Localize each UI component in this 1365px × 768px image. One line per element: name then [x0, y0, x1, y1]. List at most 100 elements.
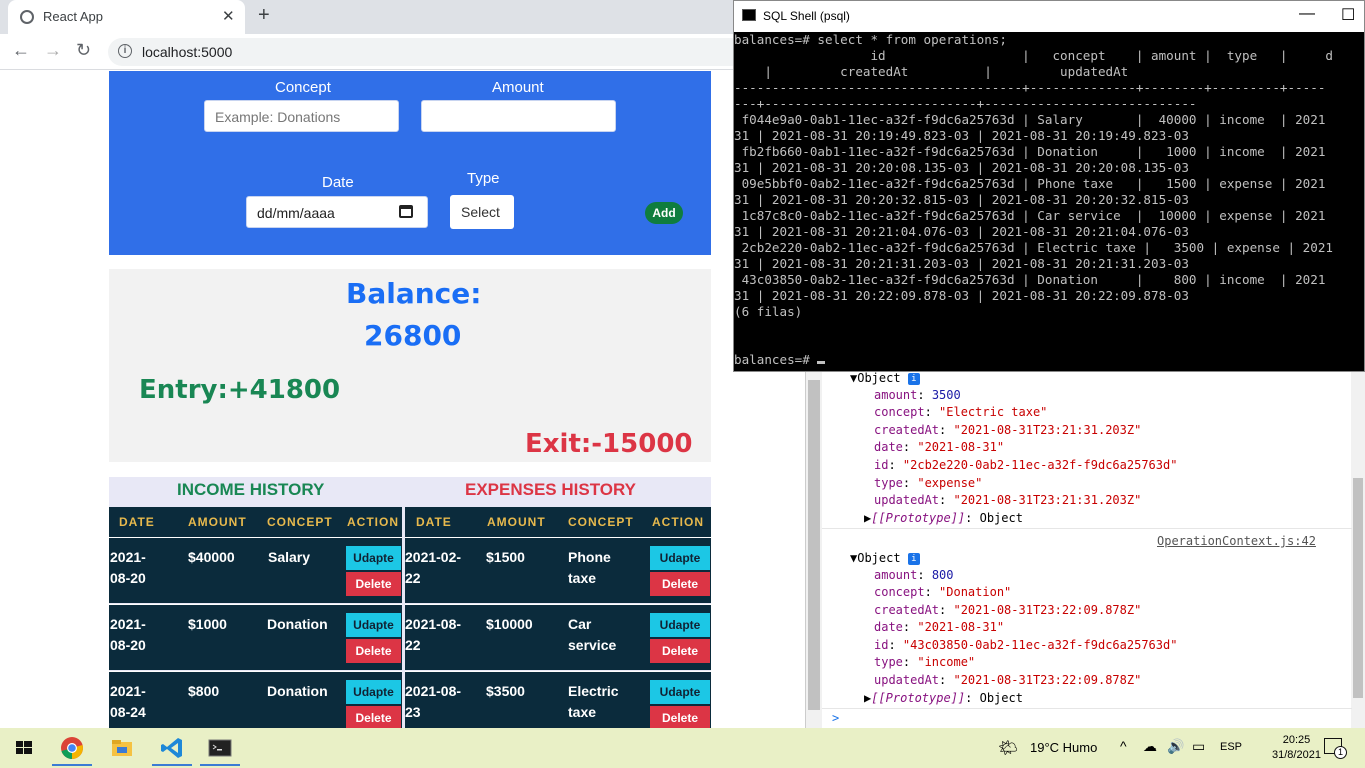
expense-row: 2021-08- 22 $10000 Car service Udapte Dele… [405, 604, 711, 670]
notification-count: 1 [1334, 746, 1347, 759]
vscode-icon[interactable] [152, 734, 192, 766]
delete-button[interactable]: Delete [650, 706, 710, 729]
income-row-concept: Donation [267, 683, 328, 699]
console-divider [822, 528, 1352, 529]
console-prop-updatedat: updatedAt: "2021-08-31T23:22:09.878Z" [874, 673, 1142, 687]
clock[interactable]: 20:25 31/8/2021 [1272, 733, 1321, 763]
sql-output-line: 2cb2e220-0ab2-11ec-a32f-f9dc6a25763d | E… [734, 240, 1333, 255]
console-prop-id: id: "43c03850-0ab2-11ec-a32f-f9dc6a25763… [874, 638, 1178, 652]
expense-row: 2021-02- 22 $1500 Phone taxe Udapte Delete [405, 537, 711, 603]
console-scrollbar-thumb[interactable] [1353, 478, 1363, 698]
expenses-col-amount: AMOUNT [487, 515, 546, 529]
calendar-icon[interactable] [399, 205, 413, 218]
console-prototype-2[interactable]: ▶[[Prototype]]: Object [864, 691, 1023, 705]
page-scrollbar[interactable] [806, 370, 822, 728]
url-text[interactable]: localhost:5000 [142, 44, 232, 60]
console-object-1[interactable]: ▼Object i [850, 371, 920, 385]
page-scrollbar-thumb[interactable] [808, 380, 820, 710]
operation-form: Concept Example: Donations Amount Date d… [109, 71, 711, 255]
sql-output-line: 31 | 2021-08-31 20:19:49.823-03 | 2021-0… [734, 128, 1189, 143]
reload-button[interactable]: ↻ [76, 40, 91, 61]
sql-output-line: id | concept | amount | type | d [734, 48, 1333, 63]
notification-icon[interactable]: 1 [1324, 738, 1347, 759]
income-row-date: 2021- 08-20 [110, 549, 146, 586]
income-row-date: 2021- 08-20 [110, 616, 146, 653]
maximize-button[interactable]: ☐ [1341, 5, 1355, 25]
console-prop-createdat: createdAt: "2021-08-31T23:22:09.878Z" [874, 603, 1142, 617]
sql-prompt: balances=# [734, 352, 818, 367]
expense-row-date: 2021-02- 22 [405, 549, 462, 586]
browser-tab-bar: React App ✕ + [0, 0, 740, 34]
minimize-button[interactable]: — [1299, 5, 1315, 23]
browser-tab[interactable]: React App ✕ [8, 0, 245, 34]
income-col-date: DATE [119, 515, 155, 529]
concept-input[interactable]: Example: Donations [204, 100, 399, 132]
update-button[interactable]: Udapte [346, 546, 401, 570]
windows-start-icon[interactable] [10, 734, 38, 762]
sql-shell-output[interactable]: balances=# select * from operations; id … [734, 32, 1364, 371]
update-button[interactable]: Udapte [650, 680, 710, 704]
text-cursor [817, 361, 826, 364]
delete-button[interactable]: Delete [650, 639, 710, 663]
sql-shell-titlebar[interactable]: SQL Shell (psql) — ☐ [734, 1, 1364, 32]
weather-icon[interactable]: 🌤 [998, 738, 1018, 758]
delete-button[interactable]: Delete [346, 706, 401, 729]
sql-output-line: ---+----------------------------+-------… [734, 96, 1197, 111]
sql-output-line: 31 | 2021-08-31 20:21:31.203-03 | 2021-0… [734, 256, 1189, 271]
date-label: Date [322, 174, 354, 191]
terminal-taskbar-icon[interactable] [200, 734, 240, 766]
sql-shell-window: SQL Shell (psql) — ☐ balances=# select *… [733, 0, 1365, 372]
update-button[interactable]: Udapte [346, 680, 401, 704]
console-prop-type: type: "expense" [874, 476, 983, 490]
update-button[interactable]: Udapte [346, 613, 401, 637]
delete-button[interactable]: Delete [650, 572, 710, 596]
cloud-icon[interactable]: ☁ [1143, 738, 1157, 755]
chevron-up-icon[interactable]: ^ [1120, 738, 1127, 754]
update-button[interactable]: Udapte [650, 546, 710, 570]
sql-output-line: 31 | 2021-08-31 20:21:04.076-03 | 2021-0… [734, 224, 1189, 239]
close-tab-icon[interactable]: ✕ [222, 7, 235, 25]
add-button[interactable]: Add [645, 202, 683, 224]
console-prototype-1[interactable]: ▶[[Prototype]]: Object [864, 511, 1023, 525]
chrome-icon[interactable] [52, 734, 92, 766]
console-object-2[interactable]: ▼Object i [850, 551, 920, 565]
console-prop-date: date: "2021-08-31" [874, 440, 1005, 454]
info-badge-icon: i [907, 552, 920, 565]
back-button[interactable]: ← [12, 40, 30, 61]
console-scrollbar[interactable] [1351, 370, 1365, 728]
type-select[interactable]: Select [450, 195, 514, 229]
expense-row-concept: Phone taxe [568, 549, 611, 586]
console-prompt[interactable]: > [832, 711, 839, 725]
source-link[interactable]: OperationContext.js:42 [1157, 534, 1316, 548]
console-prop-amount: amount: 800 [874, 568, 954, 582]
language-indicator[interactable]: ESP [1220, 741, 1242, 753]
weather-text[interactable]: 19°C Humo [1030, 740, 1097, 755]
file-explorer-icon[interactable] [108, 734, 136, 762]
console-prop-concept: concept: "Electric taxe" [874, 405, 1048, 419]
volume-icon[interactable]: 🔊 [1167, 738, 1184, 755]
console-prop-createdat: createdAt: "2021-08-31T23:21:31.203Z" [874, 423, 1142, 437]
address-bar[interactable]: i localhost:5000 [108, 38, 748, 66]
update-button[interactable]: Udapte [650, 613, 710, 637]
devtools-console: ▼Object i amount: 3500 concept: "Electri… [805, 370, 1365, 728]
sql-output-line: 31 | 2021-08-31 20:22:09.878-03 | 2021-0… [734, 288, 1189, 303]
console-prop-id: id: "2cb2e220-0ab2-11ec-a32f-f9dc6a25763… [874, 458, 1178, 472]
amount-input[interactable] [421, 100, 616, 132]
delete-button[interactable]: Delete [346, 572, 401, 596]
battery-icon[interactable]: ▭ [1192, 738, 1205, 755]
income-row: 2021- 08-24 $800 Donation Udapte Delete [109, 671, 402, 729]
income-col-concept: CONCEPT [267, 515, 333, 529]
forward-button[interactable]: → [44, 40, 62, 61]
taskbar: 🌤 19°C Humo ^ ☁ 🔊 ▭ ESP 20:25 31/8/2021 … [0, 728, 1365, 768]
income-row-date: 2021- 08-24 [110, 683, 146, 720]
expenses-col-date: DATE [416, 515, 452, 529]
browser-toolbar: ← → ↻ i localhost:5000 [0, 34, 748, 70]
expenses-col-concept: CONCEPT [568, 515, 634, 529]
delete-button[interactable]: Delete [346, 639, 401, 663]
tab-title: React App [43, 9, 103, 24]
income-row: 2021- 08-20 $40000 Salary Udapte Delete [109, 537, 402, 603]
date-input[interactable]: dd/mm/aaaa [246, 196, 428, 228]
sql-output-line: 1c87c8c0-0ab2-11ec-a32f-f9dc6a25763d | C… [734, 208, 1326, 223]
new-tab-button[interactable]: + [258, 4, 270, 27]
info-icon[interactable]: i [118, 44, 132, 58]
